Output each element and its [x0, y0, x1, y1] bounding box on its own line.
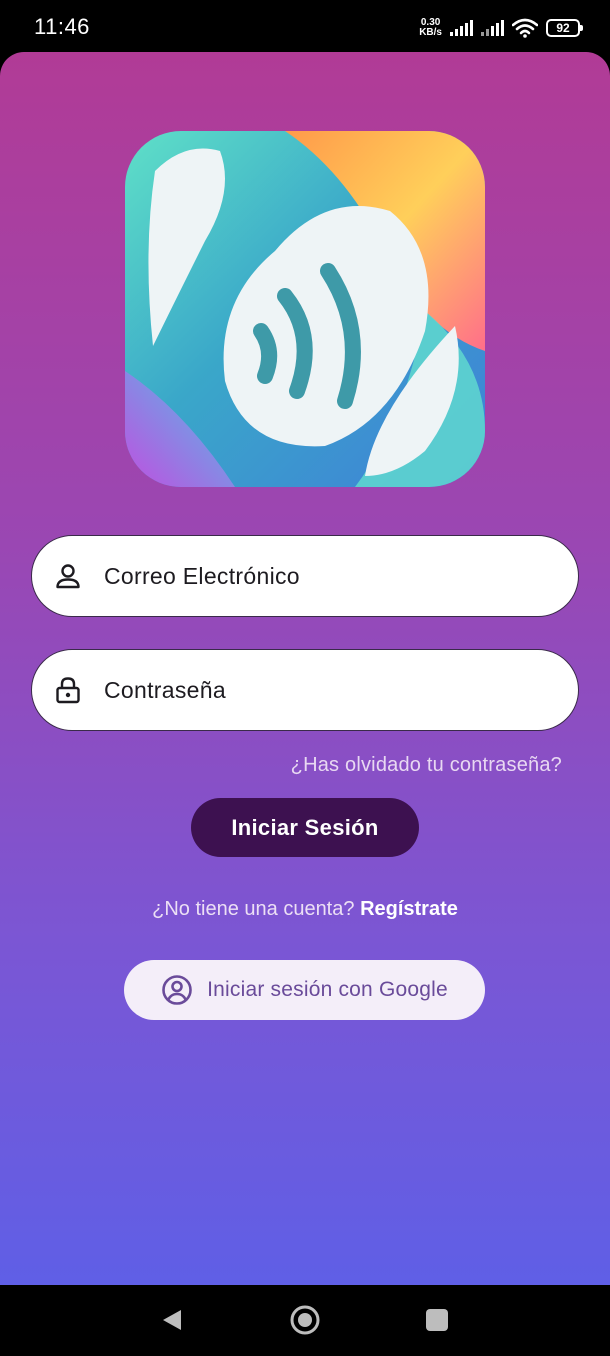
app-logo	[125, 131, 485, 487]
google-signin-button[interactable]: Iniciar sesión con Google	[124, 960, 485, 1020]
no-account-text: ¿No tiene una cuenta?	[152, 898, 355, 920]
home-icon[interactable]	[289, 1304, 321, 1336]
recent-apps-icon[interactable]	[426, 1309, 448, 1331]
register-prompt: ¿No tiene una cuenta? Regístrate	[0, 898, 610, 921]
password-field[interactable]: Contraseña	[31, 649, 579, 731]
register-link[interactable]: Regístrate	[360, 898, 458, 920]
google-signin-label: Iniciar sesión con Google	[207, 978, 448, 1001]
lock-icon	[54, 676, 82, 704]
email-field[interactable]: Correo Electrónico	[31, 535, 579, 617]
status-time: 11:46	[34, 14, 90, 39]
network-speed: 0.30 KB/s	[419, 18, 442, 38]
signal-icon-2	[481, 20, 504, 36]
login-button[interactable]: Iniciar Sesión	[191, 798, 419, 857]
password-placeholder: Contraseña	[104, 676, 226, 703]
back-icon[interactable]	[160, 1308, 184, 1332]
account-circle-icon	[162, 975, 192, 1005]
navigation-bar	[0, 1285, 610, 1356]
status-icons: 0.30 KB/s 92	[419, 16, 583, 40]
battery-level: 92	[556, 21, 570, 35]
email-placeholder: Correo Electrónico	[104, 562, 300, 589]
person-icon	[54, 562, 82, 590]
network-speed-unit: KB/s	[419, 27, 442, 38]
login-screen: Correo Electrónico Contraseña ¿Has olvid…	[0, 52, 610, 1285]
wifi-icon	[512, 18, 538, 38]
status-bar: 11:46 0.30 KB/s 92	[0, 0, 610, 52]
signal-icon	[450, 20, 473, 36]
battery-icon: 92	[546, 19, 583, 37]
forgot-password-link[interactable]: ¿Has olvidado tu contraseña?	[291, 754, 562, 777]
